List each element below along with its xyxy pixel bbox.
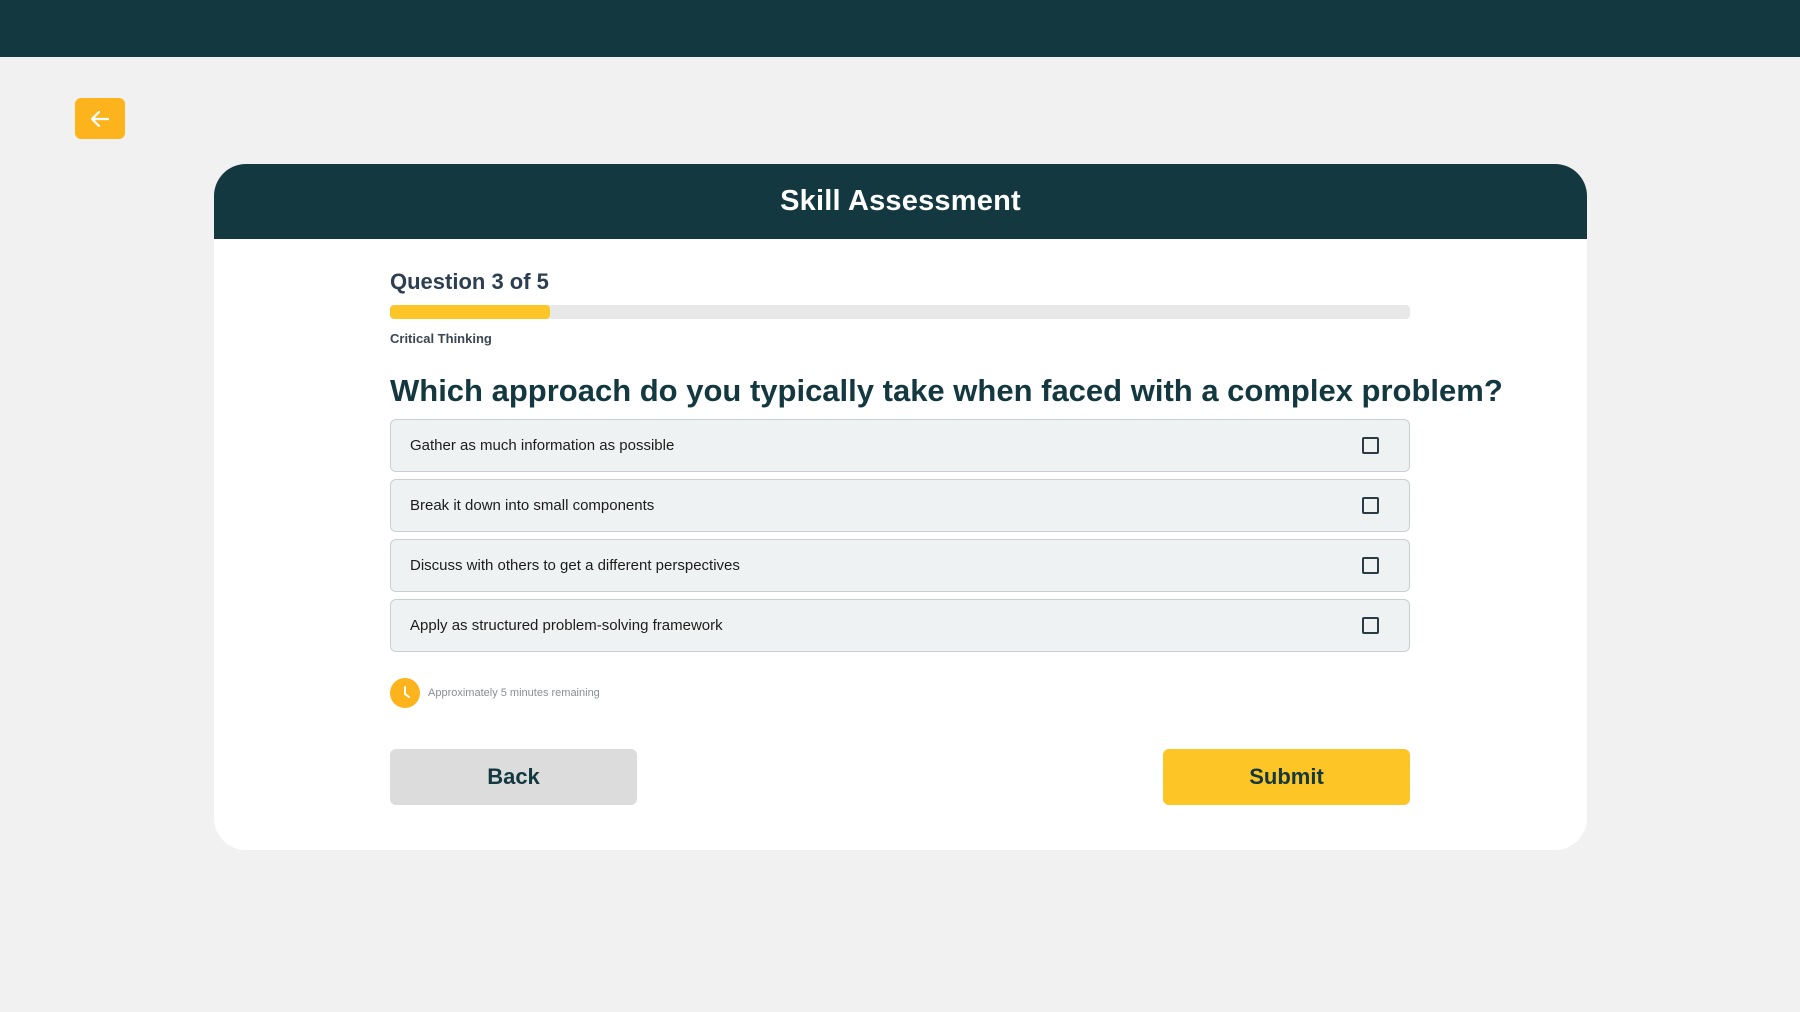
answer-option-label: Gather as much information as possible (410, 437, 675, 454)
answer-option[interactable]: Break it down into small components (390, 479, 1410, 532)
arrow-left-icon (91, 110, 109, 127)
time-remaining-text: Approximately 5 minutes remaining (428, 687, 600, 699)
progress-bar (390, 305, 1410, 319)
answer-checkbox[interactable] (1362, 617, 1379, 634)
assessment-card: Skill Assessment Question 3 of 5 Critica… (214, 164, 1587, 850)
progress-fill (390, 305, 551, 319)
card-title: Skill Assessment (780, 185, 1021, 217)
answer-option[interactable]: Gather as much information as possible (390, 419, 1410, 472)
answer-option-label: Apply as structured problem-solving fram… (410, 617, 723, 634)
back-button[interactable]: Back (390, 749, 637, 805)
clock-icon (390, 678, 420, 708)
answer-option[interactable]: Apply as structured problem-solving fram… (390, 599, 1410, 652)
top-bar (0, 0, 1800, 57)
answer-option-label: Break it down into small components (410, 497, 655, 514)
answer-checkbox[interactable] (1362, 497, 1379, 514)
question-text: Which approach do you typically take whe… (390, 373, 1503, 408)
answer-checkbox[interactable] (1362, 557, 1379, 574)
answer-option[interactable]: Discuss with others to get a different p… (390, 539, 1410, 592)
back-arrow-button[interactable] (75, 98, 125, 139)
answer-option-label: Discuss with others to get a different p… (410, 557, 740, 574)
question-category: Critical Thinking (390, 331, 492, 346)
answer-options: Gather as much information as possible B… (390, 419, 1410, 659)
question-counter: Question 3 of 5 (390, 269, 549, 294)
card-header: Skill Assessment (214, 164, 1587, 239)
time-remaining: Approximately 5 minutes remaining (390, 678, 600, 708)
submit-button[interactable]: Submit (1163, 749, 1410, 805)
answer-checkbox[interactable] (1362, 437, 1379, 454)
